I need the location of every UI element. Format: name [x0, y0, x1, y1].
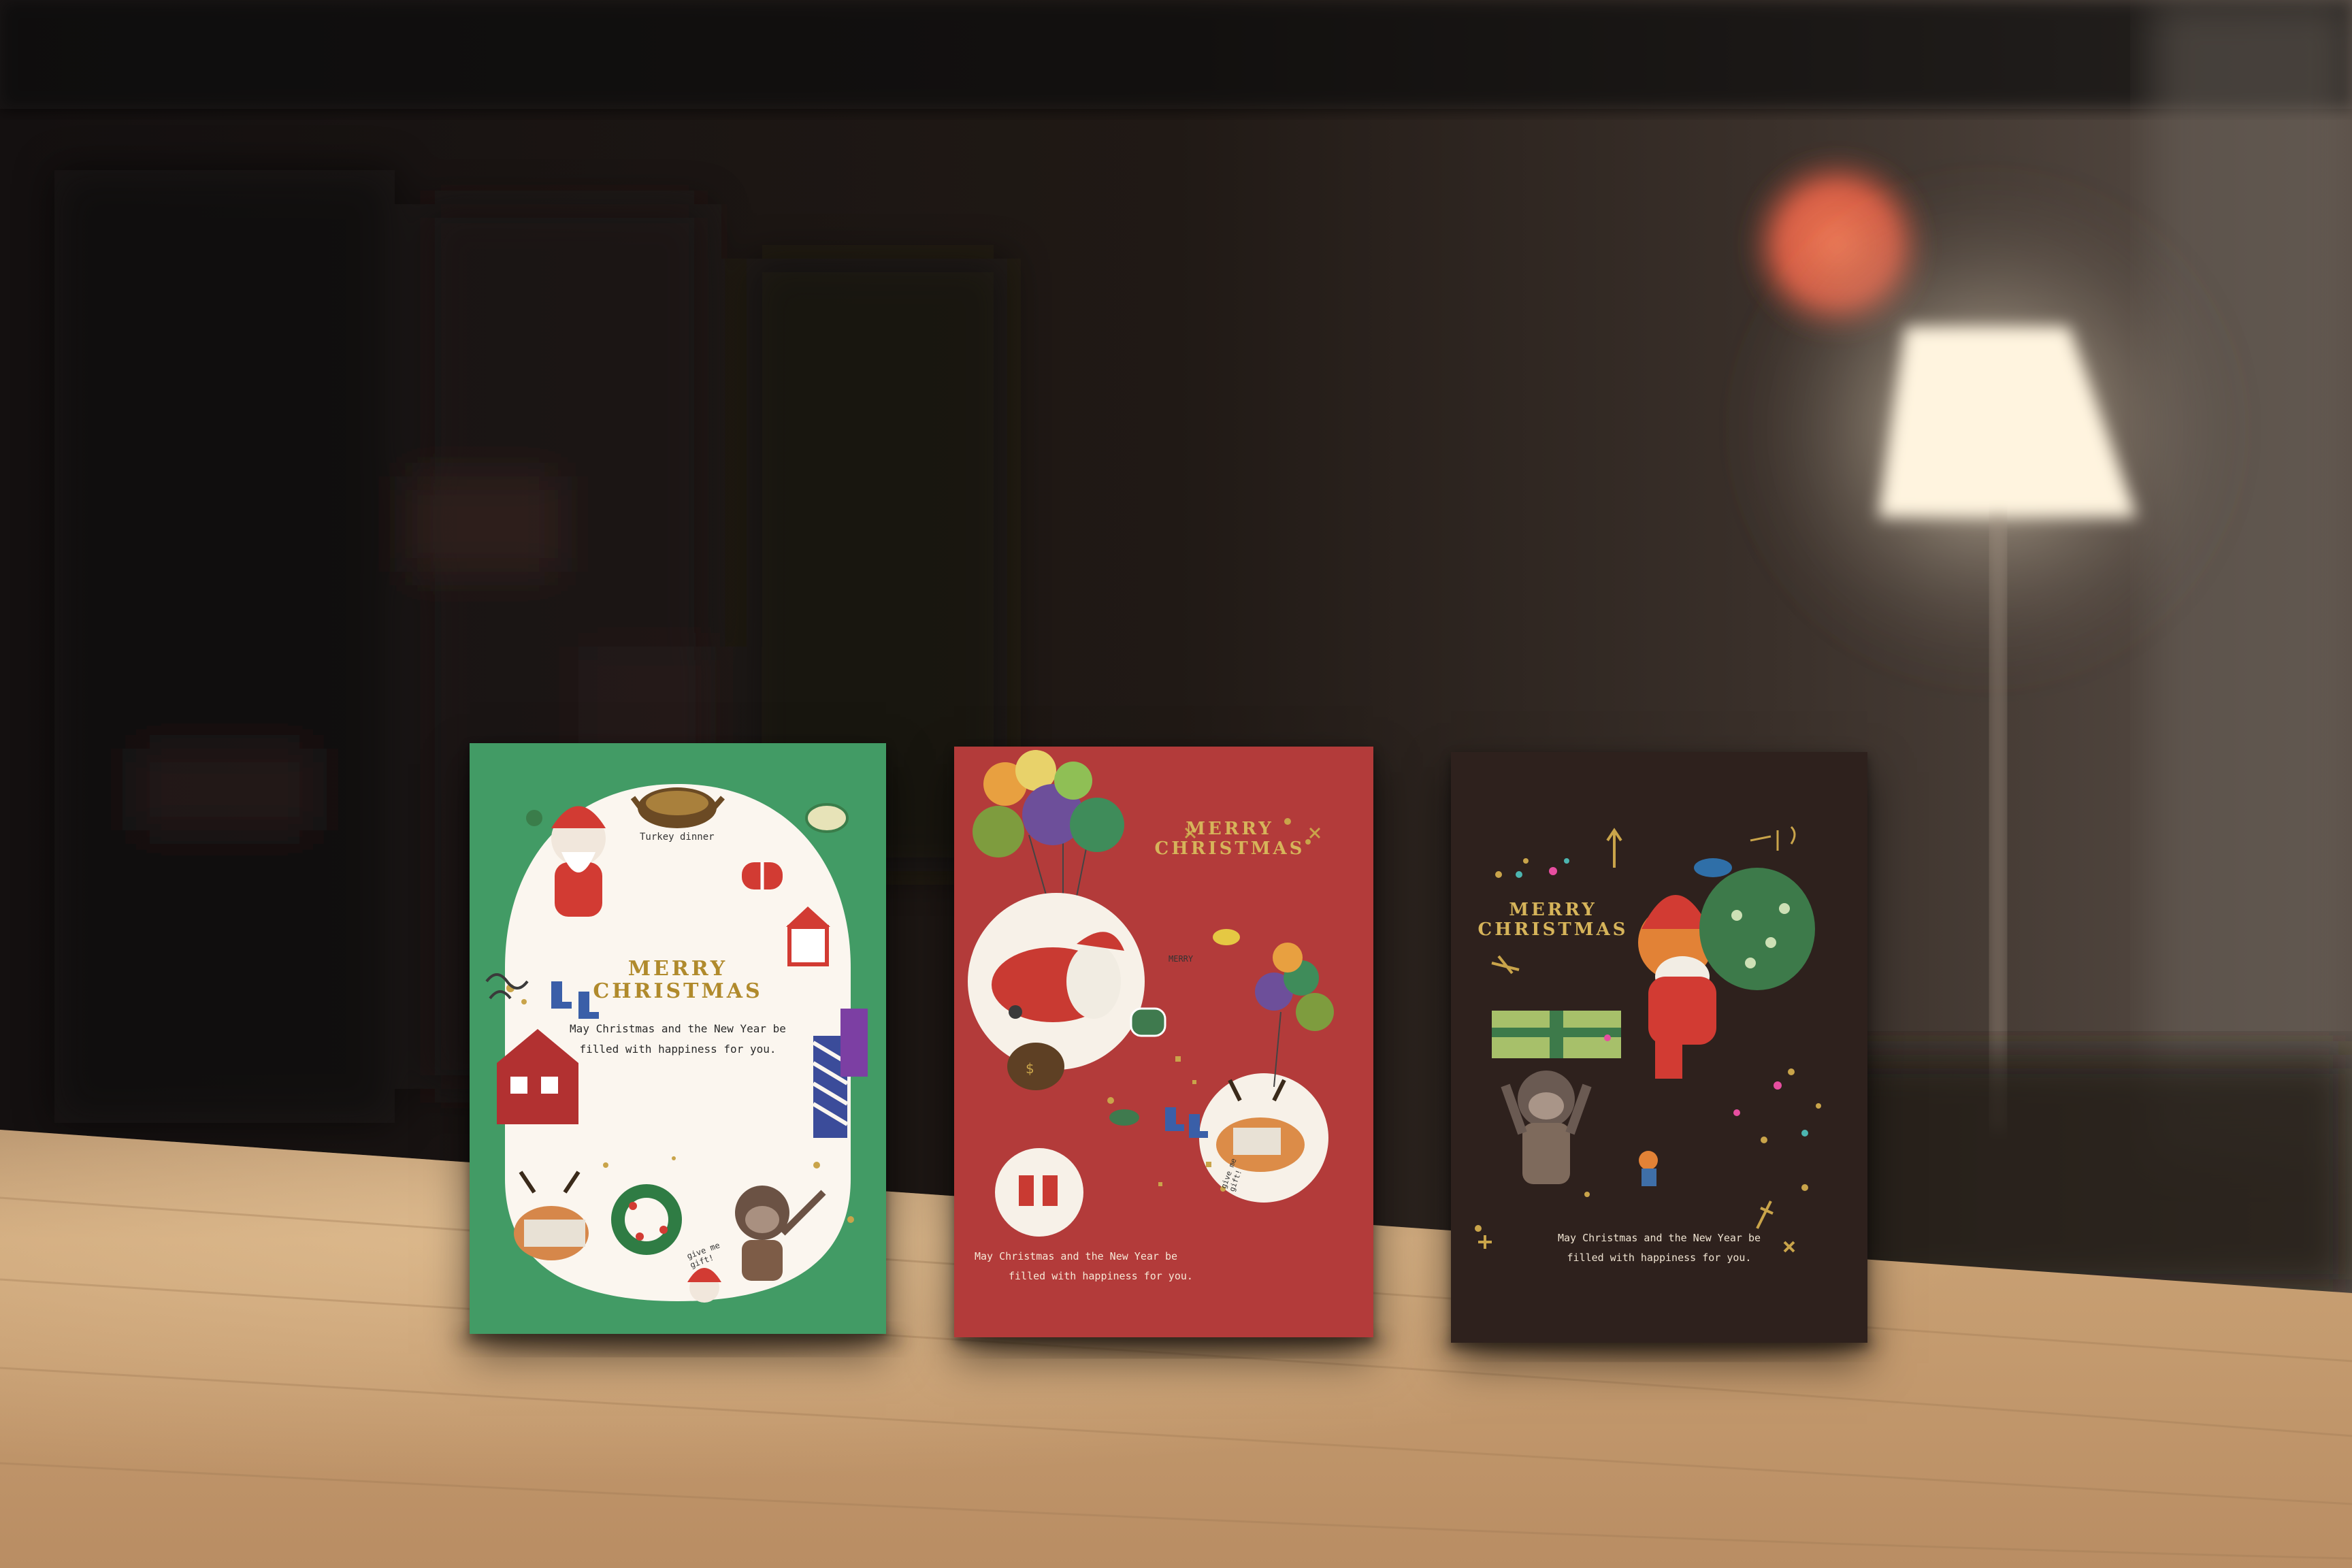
turkey-caption: Turkey dinner: [640, 832, 715, 843]
red-card-title: MERRY CHRISTMAS: [1117, 819, 1342, 858]
svg-text:$: $: [1026, 1060, 1034, 1077]
green-card-title-line1: MERRY: [627, 957, 728, 981]
money-bag-icon: $: [1007, 1043, 1064, 1090]
green-card-message-line2: filled with happiness for you.: [579, 1043, 777, 1056]
christmas-card-red: $ MERRY CHRISTMAS MERRY give me gift! Ma…: [954, 747, 1373, 1337]
brown-card-message-line2: filled with happiness for you.: [1567, 1251, 1752, 1264]
photo-scene: Turkey dinner MERRY CHRISTMAS May Christ…: [0, 0, 2352, 1568]
brown-card-title-line1: MERRY: [1509, 900, 1597, 920]
red-card-message: May Christmas and the New Year be filled…: [975, 1247, 1260, 1286]
brown-card-title: MERRY CHRISTMAS: [1465, 900, 1642, 939]
gift-sack-icon: [1699, 868, 1815, 990]
red-card-message-line2: filled with happiness for you.: [1009, 1269, 1193, 1282]
christmas-card-brown: MERRY CHRISTMAS May Christmas and the Ne…: [1451, 752, 1867, 1343]
gift-icon: [742, 862, 783, 889]
brown-card-title-line2: CHRISTMAS: [1477, 919, 1629, 940]
gift-box-icon: [1492, 1011, 1621, 1058]
brown-card-message: May Christmas and the New Year be filled…: [1451, 1228, 1867, 1267]
brown-card-message-line1: May Christmas and the New Year be: [1557, 1232, 1761, 1244]
red-card-title-line1: MERRY: [1186, 819, 1274, 839]
green-card-message: May Christmas and the New Year be filled…: [470, 1019, 886, 1060]
green-card-title: MERRY CHRISTMAS: [470, 958, 886, 1002]
christmas-card-green: Turkey dinner MERRY CHRISTMAS May Christ…: [470, 743, 886, 1334]
red-card-title-line2: CHRISTMAS: [1154, 838, 1305, 859]
green-card-message-line1: May Christmas and the New Year be: [570, 1022, 786, 1035]
green-card-title-line2: CHRISTMAS: [593, 979, 763, 1003]
red-card-shout: MERRY: [1169, 954, 1194, 964]
red-card-message-line1: May Christmas and the New Year be: [975, 1250, 1178, 1262]
